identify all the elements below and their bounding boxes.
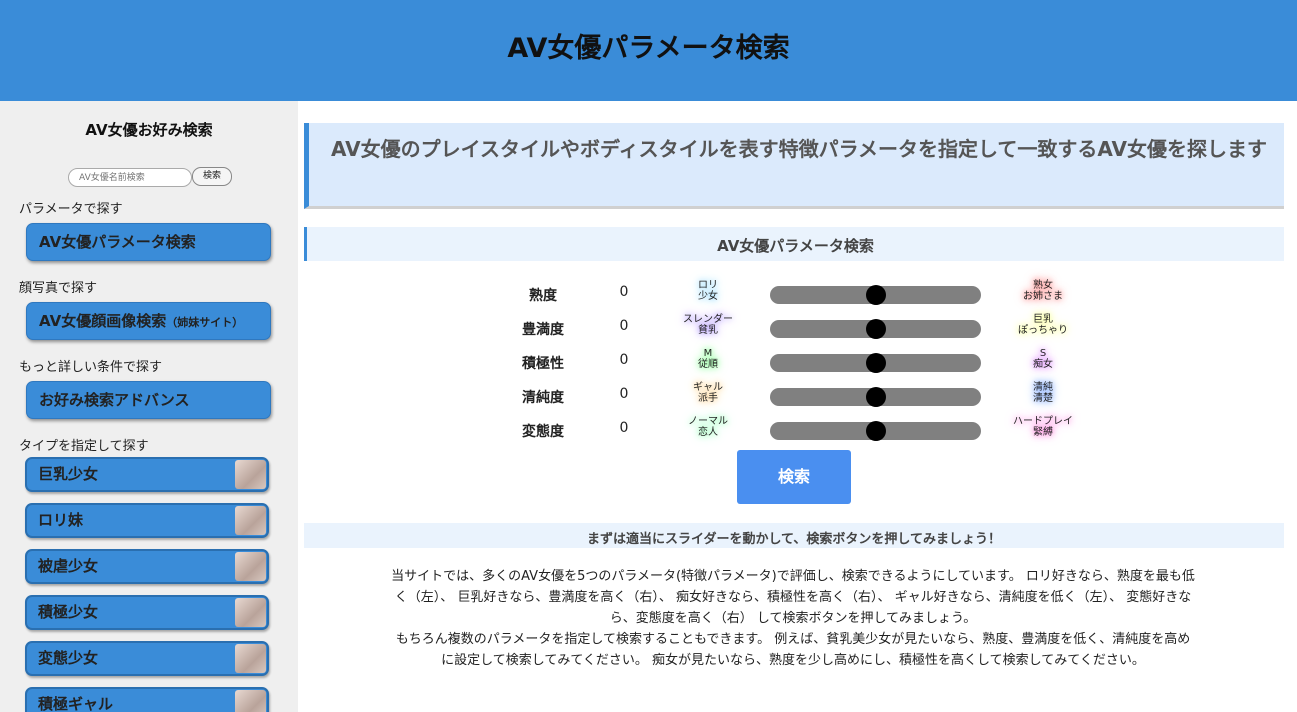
section-label-parameter: パラメータで探す xyxy=(19,202,123,217)
parameter-row: 豊満度 0 スレンダー 貧乳 巨乳 ぽっちゃり xyxy=(298,312,1297,342)
type-thumbnail xyxy=(235,598,266,627)
face-image-search-button[interactable]: AV女優顔画像検索（姉妹サイト） xyxy=(26,302,271,340)
parameter-label: 清純度 xyxy=(522,390,564,406)
type-button-pervert-girl[interactable]: 変態少女 xyxy=(25,641,269,676)
advanced-search-label: お好み検索アドバンス xyxy=(39,391,190,409)
parameter-label: 豊満度 xyxy=(522,322,564,338)
section-label-types: タイプを指定して探す xyxy=(19,439,149,454)
parameter-left-tag: ギャル 派手 xyxy=(693,382,723,404)
parameter-left-tag: M 従順 xyxy=(698,348,718,370)
parameter-slider[interactable] xyxy=(770,319,981,339)
section-label-advanced: もっと詳しい条件で探す xyxy=(19,360,163,375)
parameter-left-tag: スレンダー 貧乳 xyxy=(683,314,733,336)
sidebar: AV女優お好み検索 検索 パラメータで探す AV女優パラメータ検索 顔写真で探す… xyxy=(0,101,298,712)
slider-knob[interactable] xyxy=(866,353,886,373)
slider-knob[interactable] xyxy=(866,387,886,407)
parameter-right-tag: 熟女 お姉さま xyxy=(1023,280,1063,302)
parameter-slider[interactable] xyxy=(770,421,981,441)
parameter-row: 積極性 0 M 従順 S 痴女 xyxy=(298,346,1297,376)
description-paragraph-1: 当サイトでは、多くのAV女優を5つのパラメータ(特徴パラメータ)で評価し、検索で… xyxy=(391,569,1195,626)
type-button-active-gal[interactable]: 積極ギャル xyxy=(25,687,269,712)
main-content: AV女優のプレイスタイルやボディスタイルを表す特徴パラメータを指定して一致するA… xyxy=(298,101,1297,712)
type-thumbnail xyxy=(235,460,266,489)
parameter-slider[interactable] xyxy=(770,285,981,305)
type-thumbnail xyxy=(235,690,266,712)
type-thumbnail xyxy=(235,644,266,673)
parameter-value: 0 xyxy=(619,420,629,436)
description: 当サイトでは、多くのAV女優を5つのパラメータ(特徴パラメータ)で評価し、検索で… xyxy=(390,566,1196,671)
site-title[interactable]: AV女優パラメータ検索 xyxy=(0,26,1297,65)
parameter-panel-title: AV女優パラメータ検索 xyxy=(717,237,874,255)
type-button-active-girl[interactable]: 積極少女 xyxy=(25,595,269,630)
type-button-masochist-girl[interactable]: 被虐少女 xyxy=(25,549,269,584)
type-thumbnail xyxy=(235,552,266,581)
parameter-left-tag: ノーマル 恋人 xyxy=(688,416,728,438)
parameter-left-tag: ロリ 少女 xyxy=(698,280,718,302)
type-label: 変態少女 xyxy=(38,649,99,667)
slider-knob[interactable] xyxy=(866,421,886,441)
name-search-button[interactable]: 検索 xyxy=(192,167,232,186)
parameter-value: 0 xyxy=(619,284,629,300)
parameter-search-button[interactable]: AV女優パラメータ検索 xyxy=(26,223,271,261)
hint-bar: まずは適当にスライダーを動かして、検索ボタンを押してみましょう！ xyxy=(304,523,1284,548)
parameter-search-label: AV女優パラメータ検索 xyxy=(39,233,196,251)
type-label: 巨乳少女 xyxy=(38,465,99,483)
parameter-right-tag: ハードプレイ 緊縛 xyxy=(1013,416,1073,438)
parameter-right-tag: 清純 清楚 xyxy=(1033,382,1053,404)
section-label-face: 顔写真で探す xyxy=(19,281,98,296)
parameter-right-tag: S 痴女 xyxy=(1033,348,1053,370)
sister-site-note: （姉妹サイト） xyxy=(166,316,244,329)
type-label: ロリ妹 xyxy=(38,511,84,529)
parameter-panel-header: AV女優パラメータ検索 xyxy=(304,227,1284,261)
sidebar-title: AV女優お好み検索 xyxy=(85,121,213,139)
parameter-label: 変態度 xyxy=(522,424,564,440)
parameter-search-submit-button[interactable]: 検索 xyxy=(737,450,851,504)
type-thumbnail xyxy=(235,506,266,535)
parameter-label: 積極性 xyxy=(522,356,564,372)
face-image-search-label: AV女優顔画像検索 xyxy=(39,312,167,330)
type-label: 被虐少女 xyxy=(38,557,99,575)
slider-knob[interactable] xyxy=(866,285,886,305)
type-button-loli-sister[interactable]: ロリ妹 xyxy=(25,503,269,538)
parameter-value: 0 xyxy=(619,386,629,402)
parameter-value: 0 xyxy=(619,352,629,368)
description-paragraph-2: もちろん複数のパラメータを指定して検索することもできます。 例えば、貧乳美少女が… xyxy=(395,632,1191,668)
hint-text: まずは適当にスライダーを動かして、検索ボタンを押してみましょう！ xyxy=(586,532,1002,547)
site-header: AV女優パラメータ検索 xyxy=(0,0,1297,101)
actress-name-search-input[interactable] xyxy=(68,168,192,187)
parameter-slider[interactable] xyxy=(770,353,981,373)
parameter-right-tag: 巨乳 ぽっちゃり xyxy=(1018,314,1068,336)
parameter-row: 変態度 0 ノーマル 恋人 ハードプレイ 緊縛 xyxy=(298,414,1297,444)
type-button-busty-girl[interactable]: 巨乳少女 xyxy=(25,457,269,492)
advanced-search-button[interactable]: お好み検索アドバンス xyxy=(26,381,271,419)
parameter-label: 熟度 xyxy=(529,288,557,304)
type-label: 積極少女 xyxy=(38,603,99,621)
parameter-row: 熟度 0 ロリ 少女 熟女 お姉さま xyxy=(298,278,1297,308)
intro-text: AV女優のプレイスタイルやボディスタイルを表す特徴パラメータを指定して一致するA… xyxy=(331,137,1267,161)
parameter-slider[interactable] xyxy=(770,387,981,407)
type-label: 積極ギャル xyxy=(38,695,114,712)
slider-knob[interactable] xyxy=(866,319,886,339)
parameter-row: 清純度 0 ギャル 派手 清純 清楚 xyxy=(298,380,1297,410)
intro-banner: AV女優のプレイスタイルやボディスタイルを表す特徴パラメータを指定して一致するA… xyxy=(304,123,1284,209)
parameter-value: 0 xyxy=(619,318,629,334)
